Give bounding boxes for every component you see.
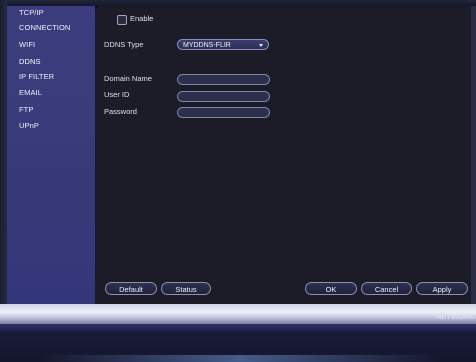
default-button[interactable]: Default xyxy=(105,282,157,295)
network-sidebar: TCP/IP CONNECTION WIFI DDNS IP FILTER EM… xyxy=(7,6,95,304)
user-id-field[interactable] xyxy=(177,91,270,102)
apply-button[interactable]: Apply xyxy=(416,282,468,295)
ok-button[interactable]: OK xyxy=(305,282,357,295)
ddns-settings-screen: TCP/IP CONNECTION WIFI DDNS IP FILTER EM… xyxy=(0,0,476,362)
sidebar-item-upnp[interactable]: UPnP xyxy=(19,119,93,132)
chevron-down-icon xyxy=(259,44,263,47)
password-field[interactable] xyxy=(177,107,270,118)
sidebar-item-email[interactable]: EMAIL xyxy=(19,86,93,99)
password-label: Password xyxy=(104,107,137,116)
status-button[interactable]: Status xyxy=(161,282,211,295)
panel-right-edge xyxy=(471,6,476,304)
section-label-network: NETWORK xyxy=(436,312,475,321)
ddns-settings-panel xyxy=(95,6,471,304)
sidebar-item-ip-filter[interactable]: IP FILTER xyxy=(19,70,93,83)
sidebar-item-ddns[interactable]: DDNS xyxy=(19,55,93,68)
ddns-type-select[interactable]: MYDDNS-FLIR xyxy=(177,39,269,50)
user-id-label: User ID xyxy=(104,90,130,99)
enable-label: Enable xyxy=(130,14,154,23)
enable-checkbox[interactable] xyxy=(117,15,127,25)
ddns-type-value: MYDDNS-FLIR xyxy=(183,42,231,49)
sidebar-item-tcpip[interactable]: TCP/IP xyxy=(19,6,93,19)
bottom-bar-glow xyxy=(40,355,440,362)
sidebar-item-wifi[interactable]: WIFI xyxy=(19,38,93,51)
ddns-type-label: DDNS Type xyxy=(104,40,144,49)
domain-name-label: Domain Name xyxy=(104,74,152,83)
status-bar-divider xyxy=(0,324,476,332)
cancel-button[interactable]: Cancel xyxy=(361,282,412,295)
domain-name-field[interactable] xyxy=(177,74,270,85)
sidebar-item-ftp[interactable]: FTP xyxy=(19,103,93,116)
sidebar-item-connection[interactable]: CONNECTION xyxy=(19,21,93,34)
